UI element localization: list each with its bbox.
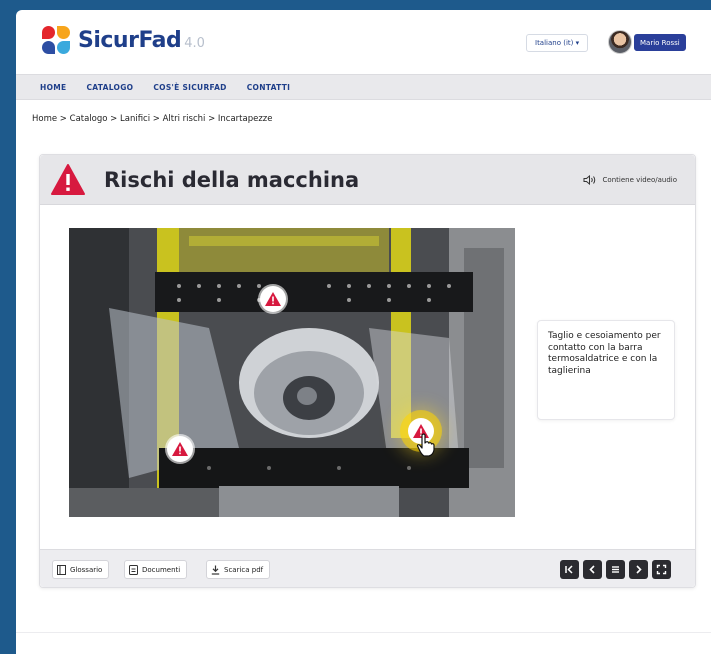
footer-divider [16, 632, 711, 633]
nav-item-home[interactable]: HOME [40, 83, 66, 92]
nav-item-catalogo[interactable]: CATALOGO [86, 83, 133, 92]
media-note-label: Contiene video/audio [602, 176, 677, 184]
app-window: SicurFad 4.0 Italiano (it) ▾ Mario Rossi… [16, 10, 711, 654]
warning-icon [51, 164, 85, 195]
avatar[interactable] [608, 30, 632, 54]
document-icon [129, 564, 138, 575]
nav-item-cose-sicurfad[interactable]: COS'È SICURFAD [153, 83, 226, 92]
brand-name: SicurFad [78, 27, 182, 53]
download-icon [211, 565, 220, 575]
fullscreen-button[interactable] [652, 560, 671, 579]
speaker-icon [583, 175, 595, 185]
breadcrumb[interactable]: Home > Catalogo > Lanifici > Altri risch… [32, 114, 273, 124]
machine-image [69, 228, 515, 517]
risk-card: Rischi della macchina Contiene video/aud… [39, 154, 696, 588]
download-pdf-label: Scarica pdf [224, 565, 264, 574]
next-button[interactable] [629, 560, 648, 579]
page-title: Rischi della macchina [104, 168, 360, 192]
logo-mark-icon [40, 24, 72, 56]
documents-label: Documenti [142, 565, 181, 574]
machine-illustration [69, 228, 515, 517]
glossary-button[interactable]: Glossario [52, 560, 110, 579]
user-menu-button[interactable]: Mario Rossi [634, 34, 686, 51]
menu-button[interactable] [606, 560, 625, 579]
site-logo[interactable]: SicurFad 4.0 [40, 24, 205, 56]
main-nav: HOME CATALOGO COS'È SICURFAD CONTATTI [16, 74, 711, 100]
warning-icon [265, 292, 281, 306]
first-icon [565, 565, 573, 574]
warning-icon [172, 442, 188, 456]
card-header: Rischi della macchina Contiene video/aud… [40, 155, 695, 205]
glossary-label: Glossario [70, 565, 103, 574]
hotspot-left[interactable] [167, 436, 193, 462]
brand-version: 4.0 [184, 35, 205, 51]
prev-button[interactable] [583, 560, 602, 579]
download-pdf-button[interactable]: Scarica pdf [206, 560, 271, 579]
site-header: SicurFad 4.0 Italiano (it) ▾ Mario Rossi [16, 10, 711, 72]
card-footer: Glossario Documenti Scarica pdf [40, 549, 695, 587]
documents-button[interactable]: Documenti [124, 560, 188, 579]
fullscreen-icon [656, 564, 667, 575]
nav-item-contatti[interactable]: CONTATTI [247, 83, 291, 92]
next-icon [636, 565, 642, 574]
hand-pointer-icon [416, 433, 435, 457]
first-button[interactable] [560, 560, 579, 579]
hotspot-top[interactable] [260, 286, 286, 312]
prev-icon [589, 565, 595, 574]
language-select[interactable]: Italiano (it) ▾ [526, 34, 589, 52]
menu-icon [612, 566, 619, 573]
risk-description-callout: Taglio e cesoiamento per contatto con la… [537, 320, 675, 420]
media-note: Contiene video/audio [583, 175, 677, 185]
book-icon [57, 564, 66, 575]
